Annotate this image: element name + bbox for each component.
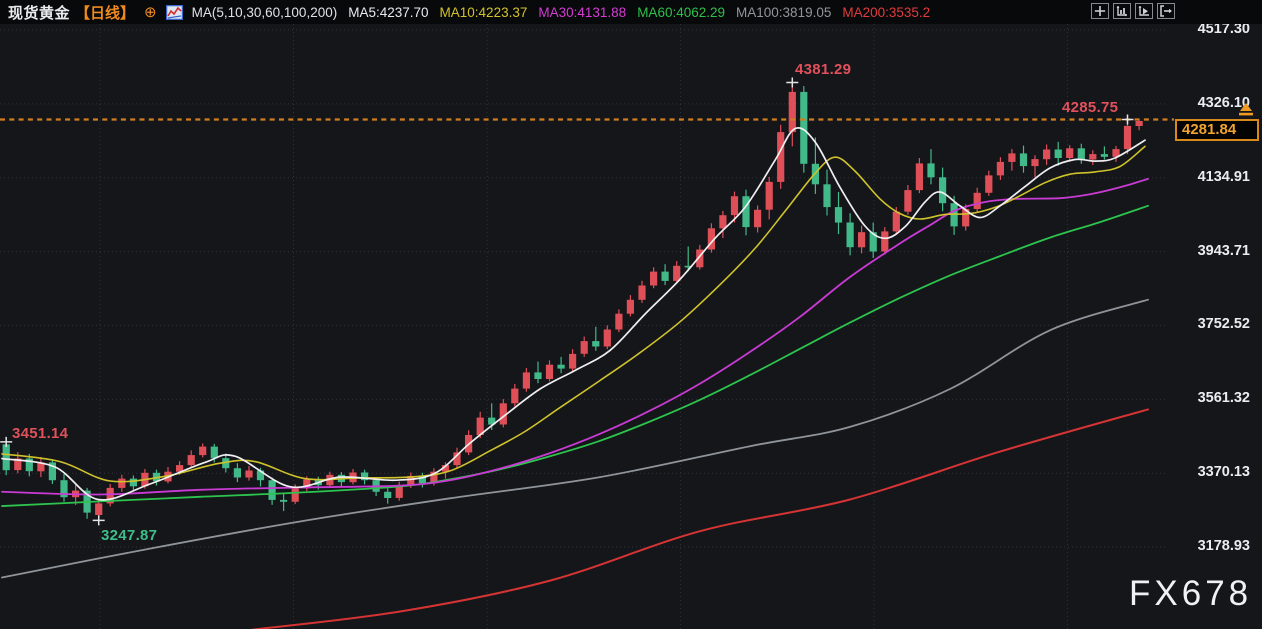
candle-body [546, 365, 553, 379]
candle-body [558, 365, 565, 369]
candle-body [188, 455, 195, 465]
candle-body [777, 132, 784, 182]
ma60-legend: MA60:4062.29 [637, 5, 725, 20]
candle-body [534, 372, 541, 379]
watermark: FX678 [1129, 574, 1252, 614]
candle-body [731, 196, 738, 215]
candle-body [754, 210, 761, 227]
candle-body [211, 447, 218, 459]
candle-body [719, 215, 726, 228]
candle-body [292, 488, 299, 502]
timeframe-label: 【日线】 [75, 2, 135, 23]
annotation-label: 4381.29 [795, 61, 851, 78]
candle-body [199, 447, 206, 456]
candle-body [1043, 150, 1050, 160]
candle-body [604, 330, 611, 347]
candle-body [581, 341, 588, 354]
annotation-label: 3451.14 [12, 425, 68, 442]
candle-body [511, 389, 518, 404]
candle-body [997, 162, 1004, 176]
candle-body [384, 492, 391, 498]
window-controls [1091, 3, 1175, 19]
ma5-legend: MA5:4237.70 [348, 5, 428, 20]
axis-label: 3178.93 [1168, 538, 1250, 554]
candle-body [130, 479, 137, 487]
candle-body [893, 212, 900, 232]
axis-label: 4134.91 [1168, 169, 1250, 185]
chart-window: 现货黄金 【日线】 ⊕ MA(5,10,30,60,100,200) MA5:4… [0, 0, 1262, 629]
candle-body [1078, 148, 1085, 159]
axis-label: 3752.52 [1168, 316, 1250, 332]
candle-body [1031, 159, 1038, 166]
candle-body [662, 272, 669, 281]
ma10-legend: MA10:4223.37 [440, 5, 528, 20]
ma-line-MA10 [2, 146, 1145, 481]
candle-body [638, 286, 645, 300]
ma100-legend: MA100:3819.05 [736, 5, 831, 20]
candle-body [118, 479, 125, 488]
candle-body [245, 471, 252, 478]
price-up-arrow-icon [1238, 103, 1254, 116]
annotation-label: 4285.75 [1062, 99, 1118, 116]
candle-body [835, 207, 842, 223]
candle-body [789, 92, 796, 132]
candle-body [1089, 154, 1096, 159]
candle-body [280, 500, 287, 502]
candle-body [985, 175, 992, 192]
candlestick-chart[interactable] [0, 0, 1262, 629]
circle-plus-icon[interactable]: ⊕ [144, 5, 157, 20]
axis-label: 3561.32 [1168, 390, 1250, 406]
candle-body [927, 163, 934, 177]
candle-body [592, 341, 599, 346]
axis-label: 3370.13 [1168, 464, 1250, 480]
axis-label: 3943.71 [1168, 243, 1250, 259]
candle-body [95, 503, 102, 515]
ma-line-MA30 [2, 179, 1148, 495]
candle-body [523, 372, 530, 388]
mini-chart-icon[interactable] [166, 5, 183, 20]
axis-bars-icon[interactable] [1113, 3, 1131, 19]
extreme-cross-marker [93, 515, 105, 525]
candle-body [569, 354, 576, 369]
candle-body [627, 300, 634, 314]
candle-body [1020, 153, 1027, 166]
move-crosshair-icon[interactable] [1091, 3, 1109, 19]
candle-body [916, 163, 923, 190]
candle-body [234, 468, 241, 477]
candle-body [650, 272, 657, 286]
candle-body [881, 231, 888, 251]
candle-body [823, 184, 830, 207]
candle-body [939, 177, 946, 203]
candle-body [269, 480, 276, 500]
candle-body [1008, 153, 1015, 162]
annotation-label: 3247.87 [101, 527, 157, 544]
extreme-cross-marker [786, 78, 798, 88]
last-price-box: 4281.84 [1175, 119, 1259, 141]
candle-body [1124, 126, 1131, 149]
candle-body [673, 266, 680, 281]
candle-body [974, 193, 981, 209]
ma200-legend: MA200:3535.2 [842, 5, 930, 20]
ma-line-MA100 [2, 300, 1148, 578]
candle-body [858, 232, 865, 247]
ma30-legend: MA30:4131.88 [538, 5, 626, 20]
exit-right-icon[interactable] [1157, 3, 1175, 19]
candle-body [1101, 154, 1108, 157]
candle-body [742, 196, 749, 227]
candle-body [615, 314, 622, 330]
candle-body [1066, 148, 1073, 158]
axis-play-icon[interactable] [1135, 3, 1153, 19]
extreme-cross-marker [0, 437, 12, 447]
candle-body [1136, 121, 1143, 126]
symbol-title: 现货黄金 [8, 2, 70, 23]
candle-body [3, 444, 10, 470]
candle-body [1055, 150, 1062, 159]
ma-line-MA200 [252, 409, 1148, 629]
candle-body [904, 190, 911, 212]
candle-body [766, 182, 773, 210]
chart-header: 现货黄金 【日线】 ⊕ MA(5,10,30,60,100,200) MA5:4… [0, 0, 1262, 24]
ma-group-label: MA(5,10,30,60,100,200) [192, 5, 338, 20]
extreme-cross-marker [1122, 115, 1134, 125]
candle-body [847, 223, 854, 248]
